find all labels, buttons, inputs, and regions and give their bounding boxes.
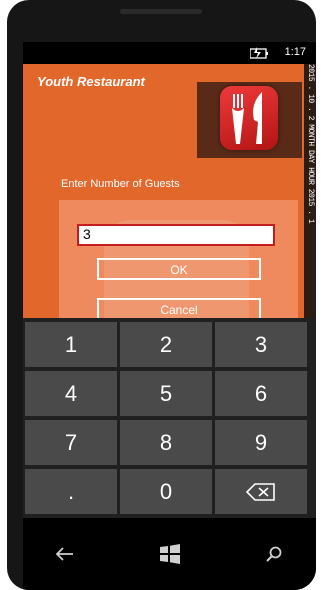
key-3[interactable]: 3 <box>215 322 307 367</box>
key-decimal[interactable]: . <box>25 469 117 514</box>
key-1[interactable]: 1 <box>25 322 117 367</box>
windows-logo-icon <box>160 544 180 564</box>
input-panel: 3 OK Cancel <box>59 200 298 318</box>
key-2[interactable]: 2 <box>120 322 212 367</box>
key-9[interactable]: 9 <box>215 420 307 465</box>
date-overlay-strip: 2015 . 10 . 2 MONTH DAY HOUR 2015 . 1 <box>304 64 316 318</box>
key-0[interactable]: 0 <box>120 469 212 514</box>
back-button[interactable] <box>45 540 85 568</box>
navigation-bar <box>23 518 316 590</box>
search-icon <box>266 546 282 562</box>
key-7[interactable]: 7 <box>25 420 117 465</box>
backspace-icon <box>246 482 275 501</box>
app-content: Youth Restaurant 2015 . 10 . 2 MONTH DAY… <box>23 64 316 318</box>
guest-count-input[interactable]: 3 <box>77 224 275 246</box>
guests-prompt: Enter Number of Guests <box>61 178 180 190</box>
status-bar: 1:17 <box>23 42 316 64</box>
search-button[interactable] <box>254 540 294 568</box>
phone-frame: 1:17 Youth Restaurant 2015 . 10 . 2 MONT… <box>7 0 316 590</box>
app-title: Youth Restaurant <box>37 74 145 89</box>
key-8[interactable]: 8 <box>120 420 212 465</box>
key-5[interactable]: 5 <box>120 371 212 416</box>
cutlery-app-icon <box>220 86 278 150</box>
phone-speaker <box>120 9 202 14</box>
numeric-keypad: 1 2 3 4 5 6 7 8 9 . 0 <box>23 318 316 518</box>
start-button[interactable] <box>150 540 190 568</box>
key-6[interactable]: 6 <box>215 371 307 416</box>
battery-charging-icon <box>250 47 268 59</box>
back-arrow-icon <box>56 547 73 561</box>
backspace-key[interactable] <box>215 469 307 514</box>
cancel-button[interactable]: Cancel <box>97 298 261 318</box>
ok-button[interactable]: OK <box>97 258 261 280</box>
screen: 1:17 Youth Restaurant 2015 . 10 . 2 MONT… <box>23 42 316 590</box>
key-4[interactable]: 4 <box>25 371 117 416</box>
restaurant-logo <box>197 82 302 158</box>
status-time: 1:17 <box>284 46 306 58</box>
